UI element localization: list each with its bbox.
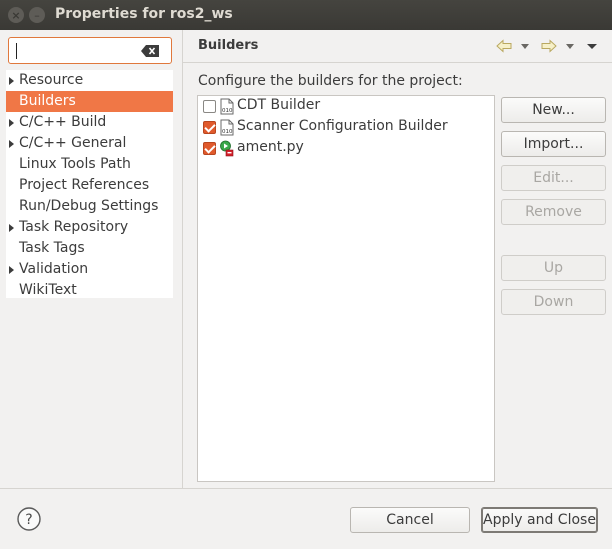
tree-item-cpp-build[interactable]: C/C++ Build bbox=[6, 112, 173, 133]
builder-row-scanner[interactable]: 010 Scanner Configuration Builder bbox=[198, 117, 494, 138]
minimize-icon: – bbox=[34, 8, 40, 22]
expand-arrow-icon[interactable] bbox=[9, 224, 14, 232]
tree-item-label: C/C++ Build bbox=[19, 114, 107, 130]
tree-item-task-tags[interactable]: Task Tags bbox=[6, 238, 173, 259]
left-pane: Resource Builders C/C++ Build C/C++ Gene… bbox=[0, 30, 182, 488]
tree-item-run-debug-settings[interactable]: Run/Debug Settings bbox=[6, 196, 173, 217]
tree-item-label: Project References bbox=[19, 177, 150, 193]
cancel-button[interactable]: Cancel bbox=[350, 507, 470, 533]
svg-text:010: 010 bbox=[222, 108, 233, 114]
builder-name: Scanner Configuration Builder bbox=[237, 118, 448, 134]
external-tool-builder-icon bbox=[220, 140, 234, 157]
apply-and-close-button[interactable]: Apply and Close bbox=[481, 507, 598, 533]
builder-checkbox[interactable] bbox=[203, 100, 216, 113]
tree-item-validation[interactable]: Validation bbox=[6, 259, 173, 280]
forward-menu-chevron-down-icon[interactable] bbox=[565, 39, 575, 53]
builders-list[interactable]: 010 CDT Builder 010 Scanner Configuratio… bbox=[197, 95, 495, 482]
tree-item-label: Resource bbox=[19, 72, 84, 88]
tree-item-label: Linux Tools Path bbox=[19, 156, 131, 172]
help-icon: ? bbox=[25, 512, 32, 528]
binary-builder-icon: 010 bbox=[220, 119, 234, 136]
page-header: Builders bbox=[183, 30, 612, 62]
tree-item-label: Run/Debug Settings bbox=[19, 198, 159, 214]
page-title: Builders bbox=[198, 38, 259, 53]
binary-builder-icon: 010 bbox=[220, 98, 234, 115]
close-window-button[interactable]: × bbox=[8, 7, 24, 23]
window-title: Properties for ros2_ws bbox=[55, 6, 233, 22]
tree-item-cpp-general[interactable]: C/C++ General bbox=[6, 133, 173, 154]
import-builder-button[interactable]: Import... bbox=[501, 131, 606, 157]
move-up-button[interactable]: Up bbox=[501, 255, 606, 281]
tree-item-task-repository[interactable]: Task Repository bbox=[6, 217, 173, 238]
title-bar: × – Properties for ros2_ws bbox=[0, 0, 612, 30]
tree-item-project-references[interactable]: Project References bbox=[6, 175, 173, 196]
properties-dialog: × – Properties for ros2_ws Resource Buil… bbox=[0, 0, 612, 549]
tree-item-label: WikiText bbox=[19, 282, 77, 298]
forward-arrow-icon[interactable] bbox=[541, 39, 557, 53]
tree-item-label: Task Repository bbox=[19, 219, 129, 235]
tree-item-linux-tools-path[interactable]: Linux Tools Path bbox=[6, 154, 173, 175]
tree-item-label: Validation bbox=[19, 261, 89, 277]
back-menu-chevron-down-icon[interactable] bbox=[520, 39, 530, 53]
builder-checkbox[interactable] bbox=[203, 121, 216, 134]
footer-divider bbox=[0, 488, 612, 489]
text-caret bbox=[16, 43, 17, 59]
svg-text:010: 010 bbox=[222, 129, 233, 135]
tree-item-label: Builders bbox=[19, 93, 76, 109]
view-menu-icon[interactable] bbox=[586, 39, 598, 53]
minimize-window-button[interactable]: – bbox=[29, 7, 45, 23]
tree-item-resource[interactable]: Resource bbox=[6, 70, 173, 91]
builder-row-ament[interactable]: ament.py bbox=[198, 138, 494, 159]
pane-divider[interactable] bbox=[182, 30, 183, 488]
move-down-button[interactable]: Down bbox=[501, 289, 606, 315]
builder-name: ament.py bbox=[237, 139, 304, 155]
tree-item-label: Task Tags bbox=[19, 240, 85, 256]
edit-builder-button[interactable]: Edit... bbox=[501, 165, 606, 191]
builder-checkbox[interactable] bbox=[203, 142, 216, 155]
tree-item-wikitext[interactable]: WikiText bbox=[6, 280, 173, 301]
expand-arrow-icon[interactable] bbox=[9, 119, 14, 127]
header-divider bbox=[183, 62, 612, 63]
clear-filter-icon[interactable] bbox=[141, 45, 159, 57]
help-button[interactable]: ? bbox=[16, 506, 42, 532]
builder-name: CDT Builder bbox=[237, 97, 321, 113]
close-icon: × bbox=[11, 8, 21, 22]
back-arrow-icon[interactable] bbox=[496, 39, 512, 53]
tree-item-label: C/C++ General bbox=[19, 135, 127, 151]
filter-input[interactable] bbox=[8, 37, 172, 64]
tree-item-builders[interactable]: Builders bbox=[6, 91, 173, 112]
new-builder-button[interactable]: New... bbox=[501, 97, 606, 123]
expand-arrow-icon[interactable] bbox=[9, 140, 14, 148]
expand-arrow-icon[interactable] bbox=[9, 77, 14, 85]
page-description: Configure the builders for the project: bbox=[198, 73, 463, 89]
remove-builder-button[interactable]: Remove bbox=[501, 199, 606, 225]
property-page-tree: Resource Builders C/C++ Build C/C++ Gene… bbox=[6, 70, 173, 298]
expand-arrow-icon[interactable] bbox=[9, 266, 14, 274]
builder-row-cdt[interactable]: 010 CDT Builder bbox=[198, 96, 494, 117]
